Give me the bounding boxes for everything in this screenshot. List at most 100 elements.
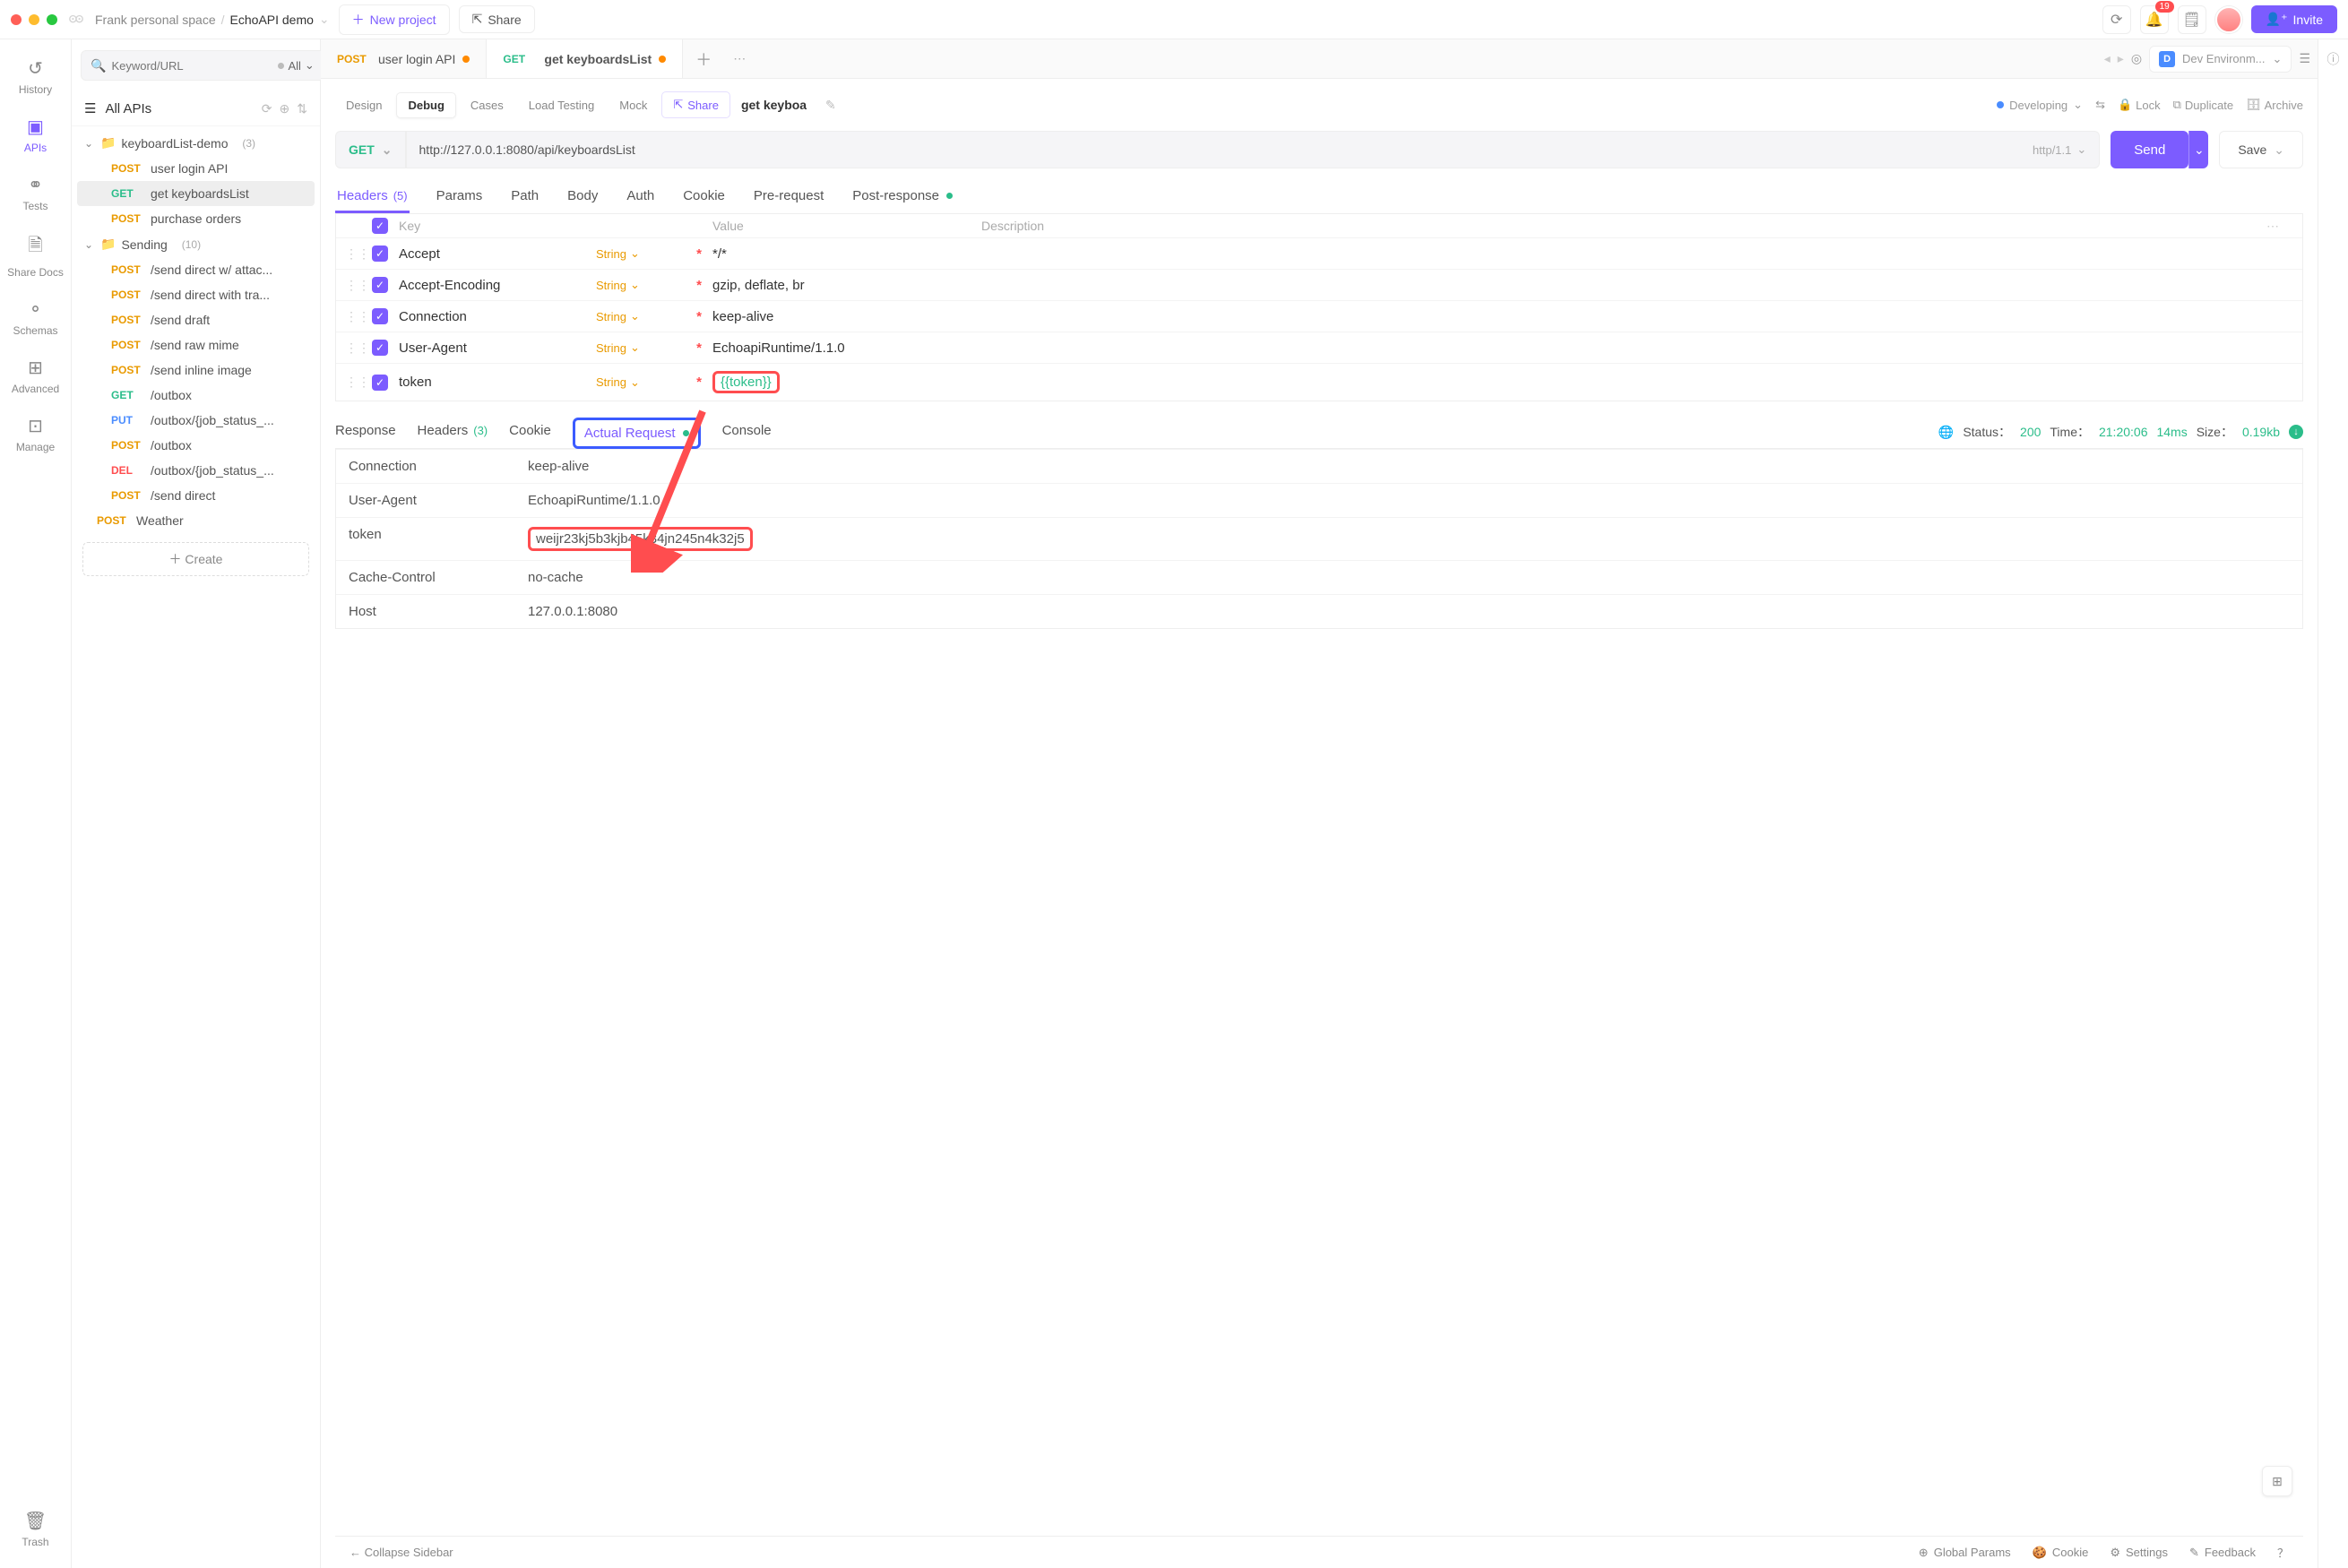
drag-handle-icon[interactable]: ⋮⋮ — [345, 246, 372, 262]
api-item[interactable]: POST/send direct — [72, 483, 320, 508]
vtab-loadtest[interactable]: Load Testing — [518, 93, 606, 117]
header-value[interactable]: {{token}} — [712, 371, 780, 393]
row-checkbox[interactable]: ✓ — [372, 340, 388, 356]
feedback-button[interactable]: ✎ Feedback — [2189, 1544, 2256, 1561]
header-key[interactable]: User-Agent — [399, 340, 596, 356]
url-input[interactable] — [419, 142, 2026, 157]
tab-next-icon[interactable]: ▸ — [2118, 51, 2124, 66]
nav-schemas[interactable]: ⚬Schemas — [0, 291, 71, 344]
maximize-icon[interactable] — [47, 14, 57, 25]
row-more-icon[interactable]: ⋯ — [2266, 219, 2293, 234]
cookie-button[interactable]: 🍪 Cookie — [2033, 1544, 2089, 1561]
api-item[interactable]: PUT/outbox/{job_status_... — [72, 408, 320, 433]
minimize-icon[interactable] — [29, 14, 39, 25]
api-item[interactable]: POST/outbox — [72, 433, 320, 458]
drag-handle-icon[interactable]: ⋮⋮ — [345, 340, 372, 356]
drag-handle-icon[interactable]: ⋮⋮ — [345, 309, 372, 324]
header-key[interactable]: Connection — [399, 309, 596, 324]
global-params-button[interactable]: ⊕ Global Params — [1919, 1544, 2011, 1561]
notes-icon[interactable]: 🗒 — [2178, 5, 2206, 34]
help-icon[interactable]: ？ — [2277, 1544, 2289, 1561]
drag-handle-icon[interactable]: ⋮⋮ — [345, 278, 372, 293]
header-value[interactable]: EchoapiRuntime/1.1.0 — [712, 340, 981, 356]
api-item[interactable]: POST/send draft — [72, 307, 320, 332]
collapse-sidebar-button[interactable]: ← Collapse Sidebar — [350, 1546, 453, 1559]
row-checkbox[interactable]: ✓ — [372, 246, 388, 262]
api-item[interactable]: DEL/outbox/{job_status_... — [72, 458, 320, 483]
header-key[interactable]: Accept — [399, 246, 596, 262]
nav-manage[interactable]: ⊡Manage — [0, 408, 71, 461]
save-button[interactable]: Save⌄ — [2219, 131, 2303, 168]
drag-handle-icon[interactable]: ⋮⋮ — [345, 375, 372, 390]
stab-params[interactable]: Params — [435, 181, 485, 213]
sync-icon[interactable]: ⟳ — [2102, 5, 2131, 34]
workspace-name[interactable]: Frank personal space — [95, 13, 216, 27]
api-name-input[interactable] — [741, 98, 822, 112]
header-key[interactable]: token — [399, 375, 596, 390]
vtab-cases[interactable]: Cases — [460, 93, 514, 117]
folder-sending[interactable]: ⌄📁Sending (10) — [72, 231, 320, 257]
download-icon[interactable]: ↓ — [2289, 425, 2303, 439]
vtab-share[interactable]: ⇱Share — [661, 91, 730, 118]
api-item[interactable]: GETget keyboardsList — [77, 181, 315, 206]
rtab-cookie[interactable]: Cookie — [509, 416, 551, 448]
archive-button[interactable]: 🗄Archive — [2246, 98, 2303, 112]
environment-select[interactable]: DDev Environm...⌄ — [2149, 46, 2292, 73]
list-icon[interactable]: ☰ — [2299, 51, 2310, 66]
target-icon[interactable]: ◎ — [2131, 51, 2142, 66]
type-select[interactable]: String ⌄ — [596, 375, 686, 390]
refresh-icon[interactable]: ⟳ — [262, 101, 272, 116]
stab-postresponse[interactable]: Post-response — [850, 181, 954, 213]
api-item[interactable]: POSTWeather — [72, 508, 320, 533]
type-select[interactable]: String ⌄ — [596, 278, 686, 292]
edit-icon[interactable]: ✎ — [825, 98, 836, 113]
new-project-button[interactable]: ＋ New project — [339, 4, 450, 35]
tab-get-keyboards[interactable]: GETget keyboardsList — [487, 39, 683, 78]
type-select[interactable]: String ⌄ — [596, 309, 686, 323]
api-item[interactable]: POST/send direct with tra... — [72, 282, 320, 307]
type-select[interactable]: String ⌄ — [596, 246, 686, 261]
expand-panel-button[interactable]: ⊞ — [2262, 1466, 2292, 1496]
stab-auth[interactable]: Auth — [625, 181, 656, 213]
new-tab-button[interactable]: ＋ — [683, 47, 724, 71]
tab-overflow-button[interactable]: ⋯ — [724, 51, 755, 66]
stab-path[interactable]: Path — [509, 181, 540, 213]
rtab-headers[interactable]: Headers(3) — [418, 416, 488, 448]
stab-body[interactable]: Body — [565, 181, 600, 213]
search-input[interactable]: 🔍 All ⌄ — [81, 50, 328, 81]
rtab-actual-request[interactable]: Actual Request — [573, 418, 701, 449]
send-dropdown[interactable]: ⌄ — [2188, 131, 2208, 168]
tab-prev-icon[interactable]: ◂ — [2104, 51, 2111, 66]
share-project-button[interactable]: ⇱ Share — [459, 5, 535, 33]
lock-button[interactable]: 🔒Lock — [2118, 98, 2161, 112]
checkbox-all[interactable]: ✓ — [372, 218, 388, 234]
align-icon[interactable]: ⇆ — [2095, 98, 2105, 112]
nav-trash[interactable]: 🗑Trash — [0, 1503, 71, 1555]
api-item[interactable]: POST/send inline image — [72, 358, 320, 383]
vtab-mock[interactable]: Mock — [609, 93, 658, 117]
stab-cookie[interactable]: Cookie — [681, 181, 727, 213]
type-select[interactable]: String ⌄ — [596, 340, 686, 355]
api-status-select[interactable]: Developing ⌄ — [1997, 98, 2083, 112]
rtab-response[interactable]: Response — [335, 416, 396, 448]
search-field[interactable] — [111, 59, 269, 73]
method-select[interactable]: GET⌄ — [335, 131, 406, 168]
api-item[interactable]: POST/send raw mime — [72, 332, 320, 358]
stab-headers[interactable]: Headers(5) — [335, 181, 410, 213]
close-icon[interactable] — [11, 14, 22, 25]
nav-advanced[interactable]: ⊞Advanced — [0, 349, 71, 402]
row-checkbox[interactable]: ✓ — [372, 308, 388, 324]
api-item[interactable]: POST/send direct w/ attac... — [72, 257, 320, 282]
duplicate-button[interactable]: ⧉Duplicate — [2173, 98, 2234, 112]
row-checkbox[interactable]: ✓ — [372, 375, 388, 391]
nav-share-docs[interactable]: 🗎Share Docs — [0, 225, 71, 286]
rtab-console[interactable]: Console — [722, 416, 772, 448]
sort-icon[interactable]: ⇅ — [297, 101, 307, 116]
nav-apis[interactable]: ▣APIs — [0, 108, 71, 161]
avatar[interactable] — [2215, 6, 2242, 33]
send-button[interactable]: Send — [2111, 131, 2188, 168]
target-icon[interactable]: ⊕ — [280, 101, 290, 116]
stab-prerequest[interactable]: Pre-request — [752, 181, 825, 213]
settings-button[interactable]: ⚙ Settings — [2110, 1544, 2168, 1561]
api-item[interactable]: POSTpurchase orders — [72, 206, 320, 231]
